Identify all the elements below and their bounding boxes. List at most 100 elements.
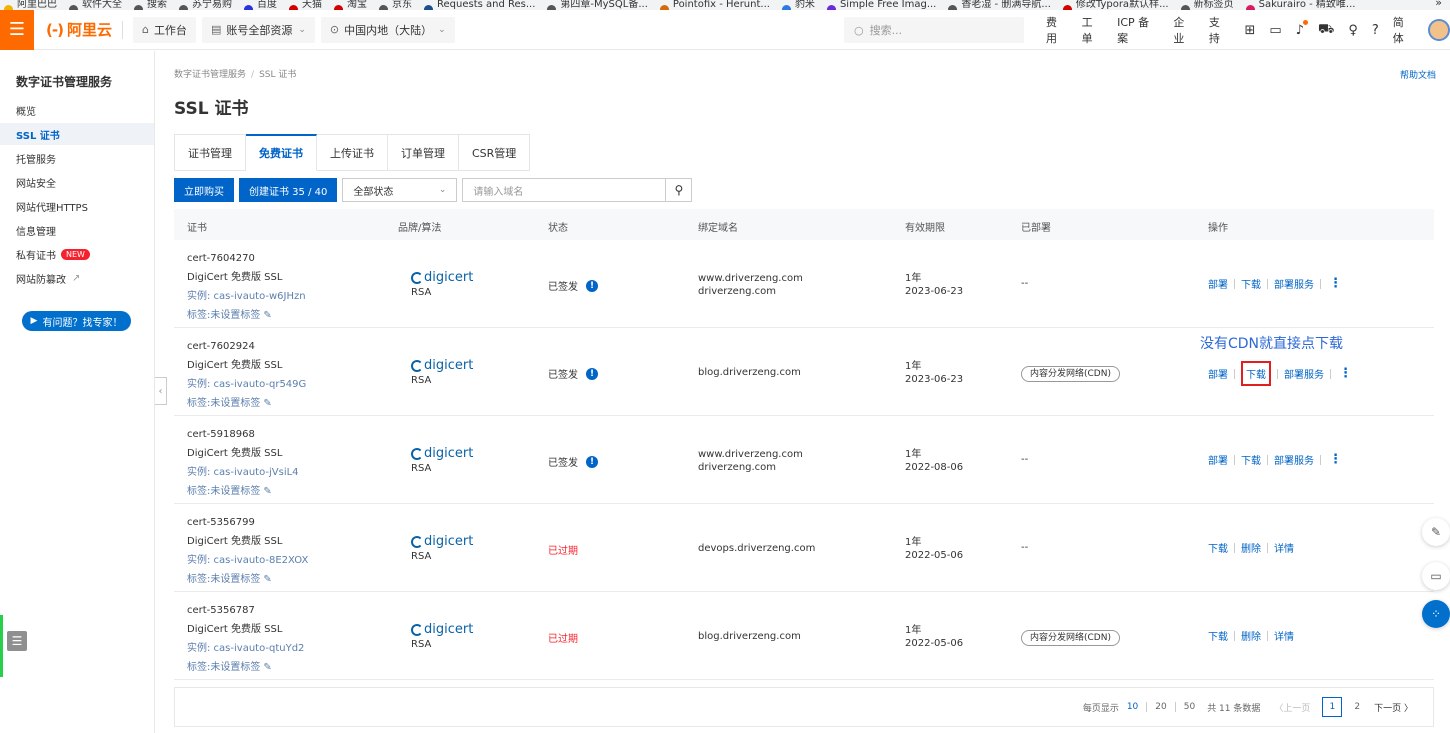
language-switch[interactable]: 简体: [1393, 14, 1415, 46]
deploy-service-button[interactable]: 部署服务: [1274, 276, 1314, 291]
sidebar-item-ssl[interactable]: SSL 证书: [0, 123, 154, 145]
cert-tag-row[interactable]: 标签:未设置标签 ✎: [187, 482, 299, 497]
info-icon[interactable]: !: [586, 367, 598, 380]
bookmark-item[interactable]: 软件大全: [69, 0, 122, 10]
cert-instance-link[interactable]: 实例: cas-ivauto-qtuYd2: [187, 639, 304, 654]
bookmark-item[interactable]: 百度: [244, 0, 277, 10]
breadcrumb-item-service[interactable]: 数字证书管理服务: [174, 70, 246, 80]
bookmark-item[interactable]: Sakurairo - 精致唯...: [1245, 0, 1355, 10]
deploy-service-button[interactable]: 部署服务: [1284, 366, 1324, 381]
status-select[interactable]: 全部状态 ⌄: [342, 178, 458, 202]
cert-instance-link[interactable]: 实例: cas-ivauto-qr549G: [187, 375, 306, 390]
bookmark-item[interactable]: 淘宝: [334, 0, 367, 10]
avatar[interactable]: [1428, 19, 1450, 41]
bookmark-item[interactable]: 搜索: [134, 0, 167, 10]
deploy-service-button[interactable]: 部署服务: [1274, 452, 1314, 467]
list-icon[interactable]: ☰: [7, 631, 27, 651]
cert-instance-link[interactable]: 实例: cas-ivauto-8E2XOX: [187, 551, 308, 566]
nav-link-enterprise[interactable]: 企业: [1173, 14, 1195, 46]
cloud-shell-icon[interactable]: ⊞: [1244, 23, 1255, 38]
bell-icon[interactable]: ♪: [1296, 19, 1308, 38]
deploy-button[interactable]: 部署: [1208, 452, 1228, 467]
help-docs-link[interactable]: 帮助文档: [1400, 68, 1436, 81]
aliyun-logo[interactable]: (-) 阿里云: [46, 19, 112, 40]
help-icon[interactable]: ?: [1372, 23, 1379, 38]
sidebar-item-website-security[interactable]: 网站安全: [0, 171, 154, 193]
page-button-2[interactable]: 2: [1354, 702, 1360, 712]
bookmark-item[interactable]: 苏宁易购: [179, 0, 232, 10]
sidebar-item-private-cert[interactable]: 私有证书 NEW: [0, 243, 154, 265]
tab-cert-management[interactable]: 证书管理: [174, 134, 246, 171]
nav-link-billing[interactable]: 费用: [1046, 14, 1068, 46]
lightbulb-icon[interactable]: ♀: [1348, 23, 1358, 38]
sidebar-item-hosting[interactable]: 托管服务: [0, 147, 154, 169]
details-button[interactable]: 详情: [1274, 628, 1294, 643]
tab-upload-cert[interactable]: 上传证书: [317, 134, 388, 171]
more-options-icon[interactable]: ⋮: [1329, 452, 1342, 467]
message-icon[interactable]: ▭: [1269, 23, 1281, 38]
bookmark-item[interactable]: 香老湿 - 删满导航...: [948, 0, 1051, 10]
domain-search-input[interactable]: 请输入域名: [462, 178, 667, 202]
deploy-button[interactable]: 部署: [1208, 366, 1228, 381]
create-cert-button[interactable]: 创建证书 35 / 40: [239, 178, 338, 202]
bookmarks-more-icon[interactable]: »: [1435, 0, 1442, 9]
next-page-button[interactable]: 下一页 〉: [1374, 701, 1413, 714]
bookmark-item[interactable]: 京东: [379, 0, 412, 10]
region-dropdown[interactable]: ⊙ 中国内地（大陆） ⌄: [320, 16, 455, 43]
cert-tag-row[interactable]: 标签:未设置标签 ✎: [187, 306, 306, 321]
download-button[interactable]: 下载: [1208, 540, 1228, 555]
delete-button[interactable]: 删除: [1241, 628, 1261, 643]
page-button-1[interactable]: 1: [1322, 697, 1343, 717]
bookmark-item[interactable]: 豹米: [781, 0, 815, 10]
delete-button[interactable]: 删除: [1241, 540, 1261, 555]
deploy-button[interactable]: 部署: [1208, 276, 1228, 291]
bookmark-item[interactable]: 新标签页: [1180, 0, 1234, 10]
bookmark-item[interactable]: Pointofix - Herunt...: [659, 0, 770, 10]
global-search-input[interactable]: ○ 搜索...: [844, 17, 1024, 43]
tab-order-management[interactable]: 订单管理: [388, 134, 459, 171]
sidebar-collapse-icon[interactable]: ‹: [155, 377, 167, 405]
download-button[interactable]: 下载: [1208, 628, 1228, 643]
bookmark-item[interactable]: Requests and Res...: [424, 0, 535, 10]
info-icon[interactable]: !: [586, 455, 598, 468]
buy-now-button[interactable]: 立即购买: [174, 178, 234, 202]
sidebar-item-tamper-protection[interactable]: 网站防篡改 ↗: [0, 267, 154, 289]
hamburger-menu-icon[interactable]: ☰: [0, 9, 34, 50]
tab-csr-management[interactable]: CSR管理: [459, 134, 531, 171]
bookmark-item[interactable]: 修改Typora默认样...: [1062, 0, 1169, 10]
more-options-icon[interactable]: ⋮: [1339, 366, 1352, 381]
details-button[interactable]: 详情: [1274, 540, 1294, 555]
search-button[interactable]: ⚲: [666, 178, 693, 202]
cert-tag-row[interactable]: 标签:未设置标签 ✎: [187, 570, 308, 585]
ask-expert-button[interactable]: ▶ 有问题？找专家！: [22, 311, 131, 331]
sidebar-item-info-management[interactable]: 信息管理: [0, 219, 154, 241]
cert-tag-row[interactable]: 标签:未设置标签 ✎: [187, 658, 304, 673]
cert-instance-link[interactable]: 实例: cas-ivauto-w6JHzn: [187, 287, 306, 302]
bookmark-item[interactable]: Simple Free Imag...: [826, 0, 936, 10]
bookmark-item[interactable]: 天猫: [289, 0, 322, 10]
cart-icon[interactable]: ⛟: [1318, 22, 1334, 39]
prev-page-button[interactable]: 〈上一页: [1274, 701, 1310, 714]
edit-icon[interactable]: ✎: [1422, 518, 1450, 546]
download-button[interactable]: 下载: [1241, 452, 1261, 467]
page-size-option[interactable]: 10: [1127, 702, 1138, 712]
more-options-icon[interactable]: ⋮: [1329, 276, 1342, 291]
download-button[interactable]: 下载: [1241, 361, 1271, 386]
nav-link-icp[interactable]: ICP 备案: [1117, 14, 1159, 46]
page-size-option[interactable]: 50: [1184, 702, 1195, 712]
bookmark-item[interactable]: 第四章-MySQL备...: [547, 0, 648, 10]
download-button[interactable]: 下载: [1241, 276, 1261, 291]
tab-free-cert[interactable]: 免费证书: [246, 134, 317, 171]
workbench-button[interactable]: ⌂ 工作台: [132, 16, 196, 43]
cert-instance-link[interactable]: 实例: cas-ivauto-jVsiL4: [187, 463, 299, 478]
apps-grid-icon[interactable]: ⁘: [1422, 600, 1450, 628]
info-icon[interactable]: !: [586, 279, 598, 292]
nav-link-support[interactable]: 支持: [1209, 14, 1231, 46]
page-size-option[interactable]: 20: [1155, 702, 1166, 712]
sidebar-item-overview[interactable]: 概览: [0, 99, 154, 121]
cert-tag-row[interactable]: 标签:未设置标签 ✎: [187, 394, 306, 409]
sidebar-item-proxy-https[interactable]: 网站代理HTTPS: [0, 195, 154, 217]
account-resources-dropdown[interactable]: ▤ 账号全部资源 ⌄: [201, 16, 315, 43]
nav-link-tickets[interactable]: 工单: [1082, 14, 1104, 46]
bookmark-item[interactable]: 阿里巴巴: [4, 0, 57, 10]
